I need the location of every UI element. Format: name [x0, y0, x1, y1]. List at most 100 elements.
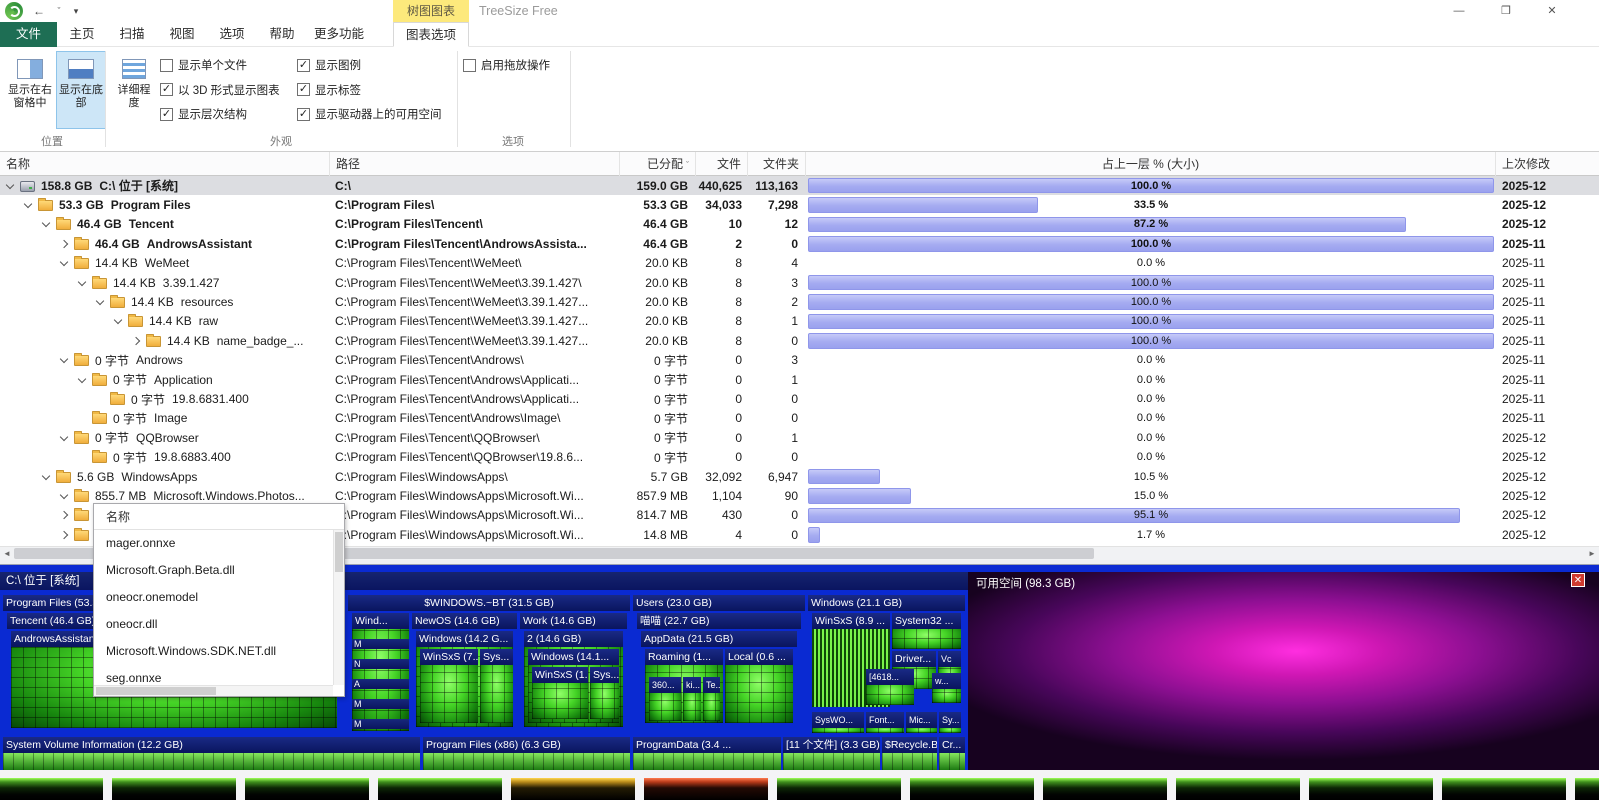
popup-vertical-scrollbar[interactable] [333, 530, 344, 685]
treemap-bottom-cell-10[interactable] [1176, 778, 1300, 800]
column-header-files[interactable]: 文件 [696, 152, 748, 176]
minimize-button[interactable]: — [1444, 0, 1474, 22]
treemap-block[interactable]: $Recycle.B... [882, 737, 937, 770]
table-row-4[interactable]: 46.4 GBAndrowsAssistantC:\Program Files\… [0, 234, 1599, 253]
expander-expanded-icon[interactable] [110, 313, 126, 329]
column-header-percent[interactable]: 占上一层 % (大小) [806, 152, 1496, 176]
ribbon-tab-8[interactable]: 图表选项 [393, 22, 469, 47]
treemap-block[interactable]: [11 个文件] (3.3 GB) [783, 737, 880, 770]
expander-collapsed-icon[interactable] [56, 507, 72, 523]
treemap-block[interactable]: Sys... [590, 667, 619, 719]
treemap-bottom-cell-9[interactable] [1043, 778, 1167, 800]
checkbox-box[interactable]: ✓ [160, 108, 173, 121]
treemap-bottom-cell-13[interactable] [1575, 778, 1599, 800]
checkbox-显示单个文件[interactable]: 显示单个文件 [160, 57, 247, 73]
ribbon-tab-2[interactable]: 主页 [57, 22, 107, 47]
table-row-10[interactable]: 0 字节AndrowsC:\Program Files\Tencent\Andr… [0, 351, 1599, 370]
popup-list-item-4[interactable]: oneocr.dll [94, 611, 344, 638]
treemap-block[interactable]: System Volume Information (12.2 GB) [3, 737, 420, 770]
table-row-9[interactable]: 14.4 KBname_badge_...C:\Program Files\Te… [0, 331, 1599, 350]
ribbon-tab-3[interactable]: 扫描 [107, 22, 157, 47]
popup-vscroll-thumb[interactable] [335, 532, 343, 572]
expander-expanded-icon[interactable] [74, 275, 90, 291]
table-row-7[interactable]: 14.4 KBresourcesC:\Program Files\Tencent… [0, 292, 1599, 311]
expander-expanded-icon[interactable] [56, 430, 72, 446]
table-row-3[interactable]: 46.4 GBTencentC:\Program Files\Tencent\4… [0, 215, 1599, 234]
column-header-path[interactable]: 路径 [330, 152, 620, 176]
checkbox-box[interactable] [463, 59, 476, 72]
treemap-block[interactable]: Sy... [939, 712, 961, 733]
column-header-folders[interactable]: 文件夹 [748, 152, 806, 176]
checkbox-显示标签[interactable]: ✓显示标签 [297, 82, 361, 98]
treemap-block[interactable]: [4618... [866, 669, 914, 705]
treemap-bottom-cell-8[interactable] [910, 778, 1034, 800]
expander-collapsed-icon[interactable] [56, 236, 72, 252]
table-row-1[interactable]: 158.8 GBC:\ 位于 [系统]C:\159.0 GB440,625113… [0, 176, 1599, 195]
treemap-close-icon[interactable]: ✕ [1571, 573, 1585, 587]
table-row-11[interactable]: 0 字节ApplicationC:\Program Files\Tencent\… [0, 370, 1599, 389]
expander-collapsed-icon[interactable] [128, 333, 144, 349]
table-row-15[interactable]: 0 字节19.8.6883.400C:\Program Files\Tencen… [0, 448, 1599, 467]
treemap-block[interactable]: 360... [649, 677, 681, 721]
treemap-block[interactable]: ProgramData (3.4 ... [633, 737, 781, 770]
table-row-12[interactable]: 0 字节19.8.6831.400C:\Program Files\Tencen… [0, 389, 1599, 408]
checkbox-box[interactable]: ✓ [297, 59, 310, 72]
detail-level-button[interactable]: 详细程度 [112, 51, 156, 129]
ribbon-tab-4[interactable]: 视图 [157, 22, 207, 47]
treemap-block[interactable]: Cr... [939, 737, 965, 770]
checkbox-显示层次结构[interactable]: ✓显示层次结构 [160, 106, 247, 122]
quick-access-customize-icon[interactable]: ▾ [68, 0, 84, 22]
treemap-block[interactable]: w... [932, 673, 961, 703]
expander-collapsed-icon[interactable] [56, 527, 72, 543]
treemap-block[interactable]: Sys... [480, 649, 513, 723]
treemap-block[interactable]: System32 ... [892, 613, 961, 649]
maximize-button[interactable]: ❒ [1491, 0, 1521, 22]
popup-list-item-2[interactable]: Microsoft.Graph.Beta.dll [94, 557, 344, 584]
popup-header-name[interactable]: 名称 [94, 504, 344, 530]
ribbon-tab-6[interactable]: 帮助 [257, 22, 307, 47]
treemap-bottom-cell-5[interactable] [511, 778, 635, 800]
treemap-block[interactable]: Program Files (x86) (6.3 GB) [423, 737, 630, 770]
table-row-2[interactable]: 53.3 GBProgram FilesC:\Program Files\53.… [0, 195, 1599, 214]
app-logo-icon[interactable] [5, 2, 23, 20]
show-at-bottom-button[interactable]: 显示在底部 [56, 51, 106, 129]
chevron-down-icon[interactable]: ˇ [52, 0, 66, 22]
column-header-modified[interactable]: 上次修改 [1496, 152, 1599, 176]
checkbox-box[interactable]: ✓ [160, 83, 173, 96]
treemap-block[interactable]: Mic... [906, 712, 937, 733]
back-icon[interactable]: ← [30, 0, 48, 22]
treemap-bottom-cell-4[interactable] [378, 778, 502, 800]
column-header-allocated[interactable]: 已分配ˇ [620, 152, 696, 176]
checkbox-box[interactable] [160, 59, 173, 72]
treemap-bottom-cell-12[interactable] [1442, 778, 1566, 800]
table-row-14[interactable]: 0 字节QQBrowserC:\Program Files\Tencent\QQ… [0, 428, 1599, 447]
treemap-block[interactable]: Te... [703, 677, 720, 721]
treemap-block[interactable]: Font... [866, 712, 904, 733]
table-row-8[interactable]: 14.4 KBrawC:\Program Files\Tencent\WeMee… [0, 312, 1599, 331]
checkbox-显示图例[interactable]: ✓显示图例 [297, 57, 361, 73]
treemap-bottom-cell-7[interactable] [777, 778, 901, 800]
table-row-5[interactable]: 14.4 KBWeMeetC:\Program Files\Tencent\We… [0, 254, 1599, 273]
treemap-block[interactable]: SysWO... [812, 712, 864, 733]
expander-expanded-icon[interactable] [74, 372, 90, 388]
scroll-right-arrow-icon[interactable]: ► [1585, 547, 1599, 561]
expander-expanded-icon[interactable] [56, 255, 72, 271]
expander-expanded-icon[interactable] [92, 294, 108, 310]
treemap-free-space[interactable]: 可用空间 (98.3 GB) [968, 572, 1599, 770]
expander-expanded-icon[interactable] [56, 488, 72, 504]
show-in-right-pane-button[interactable]: 显示在右窗格中 [5, 51, 55, 129]
scroll-left-arrow-icon[interactable]: ◄ [0, 547, 14, 561]
treemap-block[interactable]: WinSxS (1... [532, 667, 588, 719]
contextual-tab-header[interactable]: 树图图表 [393, 0, 469, 22]
popup-list-item-5[interactable]: Microsoft.Windows.SDK.NET.dll [94, 638, 344, 665]
table-row-13[interactable]: 0 字节ImageC:\Program Files\Tencent\Androw… [0, 409, 1599, 428]
treemap-bottom-cell-1[interactable] [0, 778, 103, 800]
popup-hscroll-thumb[interactable] [96, 687, 216, 695]
ribbon-tab-1[interactable]: 文件 [0, 22, 57, 47]
treemap-bottom-cell-6[interactable] [644, 778, 768, 800]
column-header-name[interactable]: 名称 [0, 152, 330, 176]
checkbox-启用拖放操作[interactable]: 启用拖放操作 [463, 57, 550, 73]
treemap-block[interactable]: WinSxS (7... [420, 649, 478, 723]
popup-list-item-3[interactable]: oneocr.onemodel [94, 584, 344, 611]
expander-expanded-icon[interactable] [20, 197, 36, 213]
